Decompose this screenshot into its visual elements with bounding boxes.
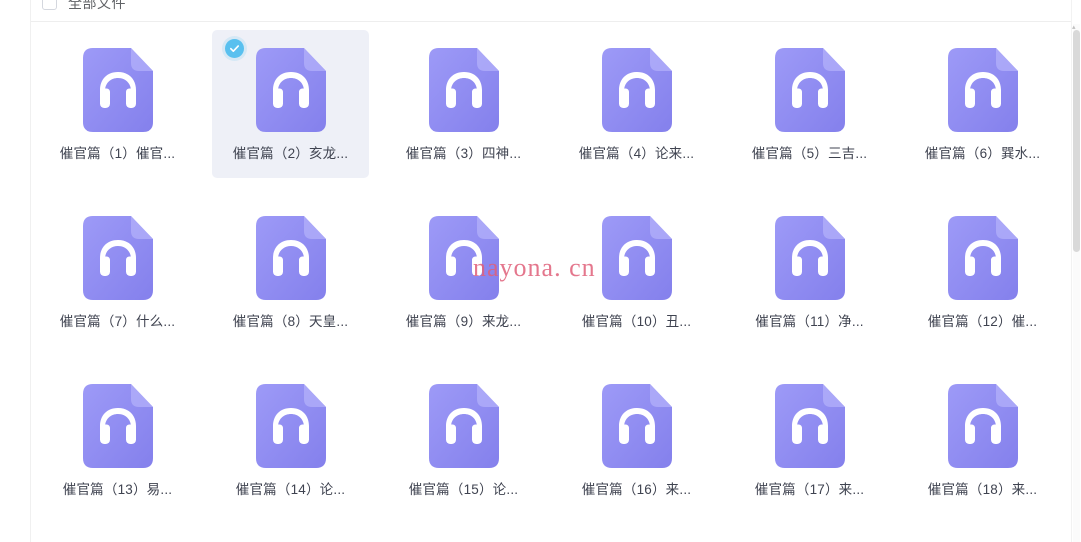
select-all-label: 全部文件 (68, 0, 126, 11)
audio-file-icon (598, 212, 676, 304)
audio-file-icon (425, 380, 503, 472)
audio-file-icon (79, 212, 157, 304)
audio-file-icon (944, 212, 1022, 304)
file-item-7[interactable]: 催官篇（7）什么... (39, 198, 196, 346)
audio-file-icon (252, 212, 330, 304)
file-item-label: 催官篇（15）论... (408, 482, 519, 497)
audio-file-icon (771, 380, 849, 472)
file-item-label: 催官篇（16）来... (581, 482, 692, 497)
file-item-13[interactable]: 催官篇（13）易... (39, 366, 196, 514)
file-item-label: 催官篇（7）什么... (59, 314, 176, 329)
file-item-16[interactable]: 催官篇（16）来... (558, 366, 715, 514)
file-item-8[interactable]: 催官篇（8）天皇... (212, 198, 369, 346)
file-item-label: 催官篇（17）来... (754, 482, 865, 497)
audio-file-icon (771, 44, 849, 136)
file-item-1[interactable]: 催官篇（1）催官... (39, 30, 196, 178)
file-item-label: 催官篇（8）天皇... (232, 314, 349, 329)
file-item-label: 催官篇（2）亥龙... (232, 146, 349, 161)
audio-file-icon (771, 212, 849, 304)
file-item-14[interactable]: 催官篇（14）论... (212, 366, 369, 514)
file-item-4[interactable]: 催官篇（4）论来... (558, 30, 715, 178)
file-item-11[interactable]: 催官篇（11）净... (731, 198, 888, 346)
file-item-label: 催官篇（13）易... (62, 482, 173, 497)
scroll-up-arrow-icon[interactable]: ▴ (1072, 24, 1079, 31)
audio-file-icon (944, 44, 1022, 136)
file-item-label: 催官篇（5）三吉... (751, 146, 868, 161)
file-item-2[interactable]: 催官篇（2）亥龙... (212, 30, 369, 178)
file-item-label: 催官篇（10）丑... (581, 314, 692, 329)
file-item-12[interactable]: 催官篇（12）催... (904, 198, 1061, 346)
file-item-label: 催官篇（3）四神... (405, 146, 522, 161)
file-item-label: 催官篇（9）来龙... (405, 314, 522, 329)
file-item-label: 催官篇（12）催... (927, 314, 1038, 329)
file-item-label: 催官篇（11）净... (755, 314, 864, 329)
file-manager-view: 全部文件 催官篇（1）催官... 催官篇（2）亥龙... 催官篇（3）四神...… (0, 0, 1081, 542)
file-item-label: 催官篇（18）来... (927, 482, 1038, 497)
right-border-divider (1071, 0, 1072, 542)
file-item-9[interactable]: 催官篇（9）来龙... (385, 198, 542, 346)
file-item-3[interactable]: 催官篇（3）四神... (385, 30, 542, 178)
audio-file-icon (252, 44, 330, 136)
file-item-label: 催官篇（14）论... (235, 482, 346, 497)
audio-file-icon (425, 44, 503, 136)
audio-file-icon (598, 44, 676, 136)
select-all-checkbox[interactable] (42, 0, 57, 10)
file-item-18[interactable]: 催官篇（18）来... (904, 366, 1061, 514)
audio-file-icon (252, 380, 330, 472)
file-item-label: 催官篇（1）催官... (59, 146, 176, 161)
file-item-17[interactable]: 催官篇（17）来... (731, 366, 888, 514)
selected-check-icon[interactable] (225, 39, 244, 58)
file-grid: 催官篇（1）催官... 催官篇（2）亥龙... 催官篇（3）四神... 催官篇（… (31, 24, 1071, 542)
select-all-header: 全部文件 (31, 0, 1071, 22)
audio-file-icon (425, 212, 503, 304)
file-item-label: 催官篇（4）论来... (578, 146, 695, 161)
scrollbar-thumb[interactable] (1073, 30, 1080, 252)
file-item-5[interactable]: 催官篇（5）三吉... (731, 30, 888, 178)
file-item-10[interactable]: 催官篇（10）丑... (558, 198, 715, 346)
audio-file-icon (944, 380, 1022, 472)
audio-file-icon (598, 380, 676, 472)
audio-file-icon (79, 380, 157, 472)
file-item-6[interactable]: 催官篇（6）巽水... (904, 30, 1061, 178)
file-item-15[interactable]: 催官篇（15）论... (385, 366, 542, 514)
audio-file-icon (79, 44, 157, 136)
file-item-label: 催官篇（6）巽水... (924, 146, 1041, 161)
